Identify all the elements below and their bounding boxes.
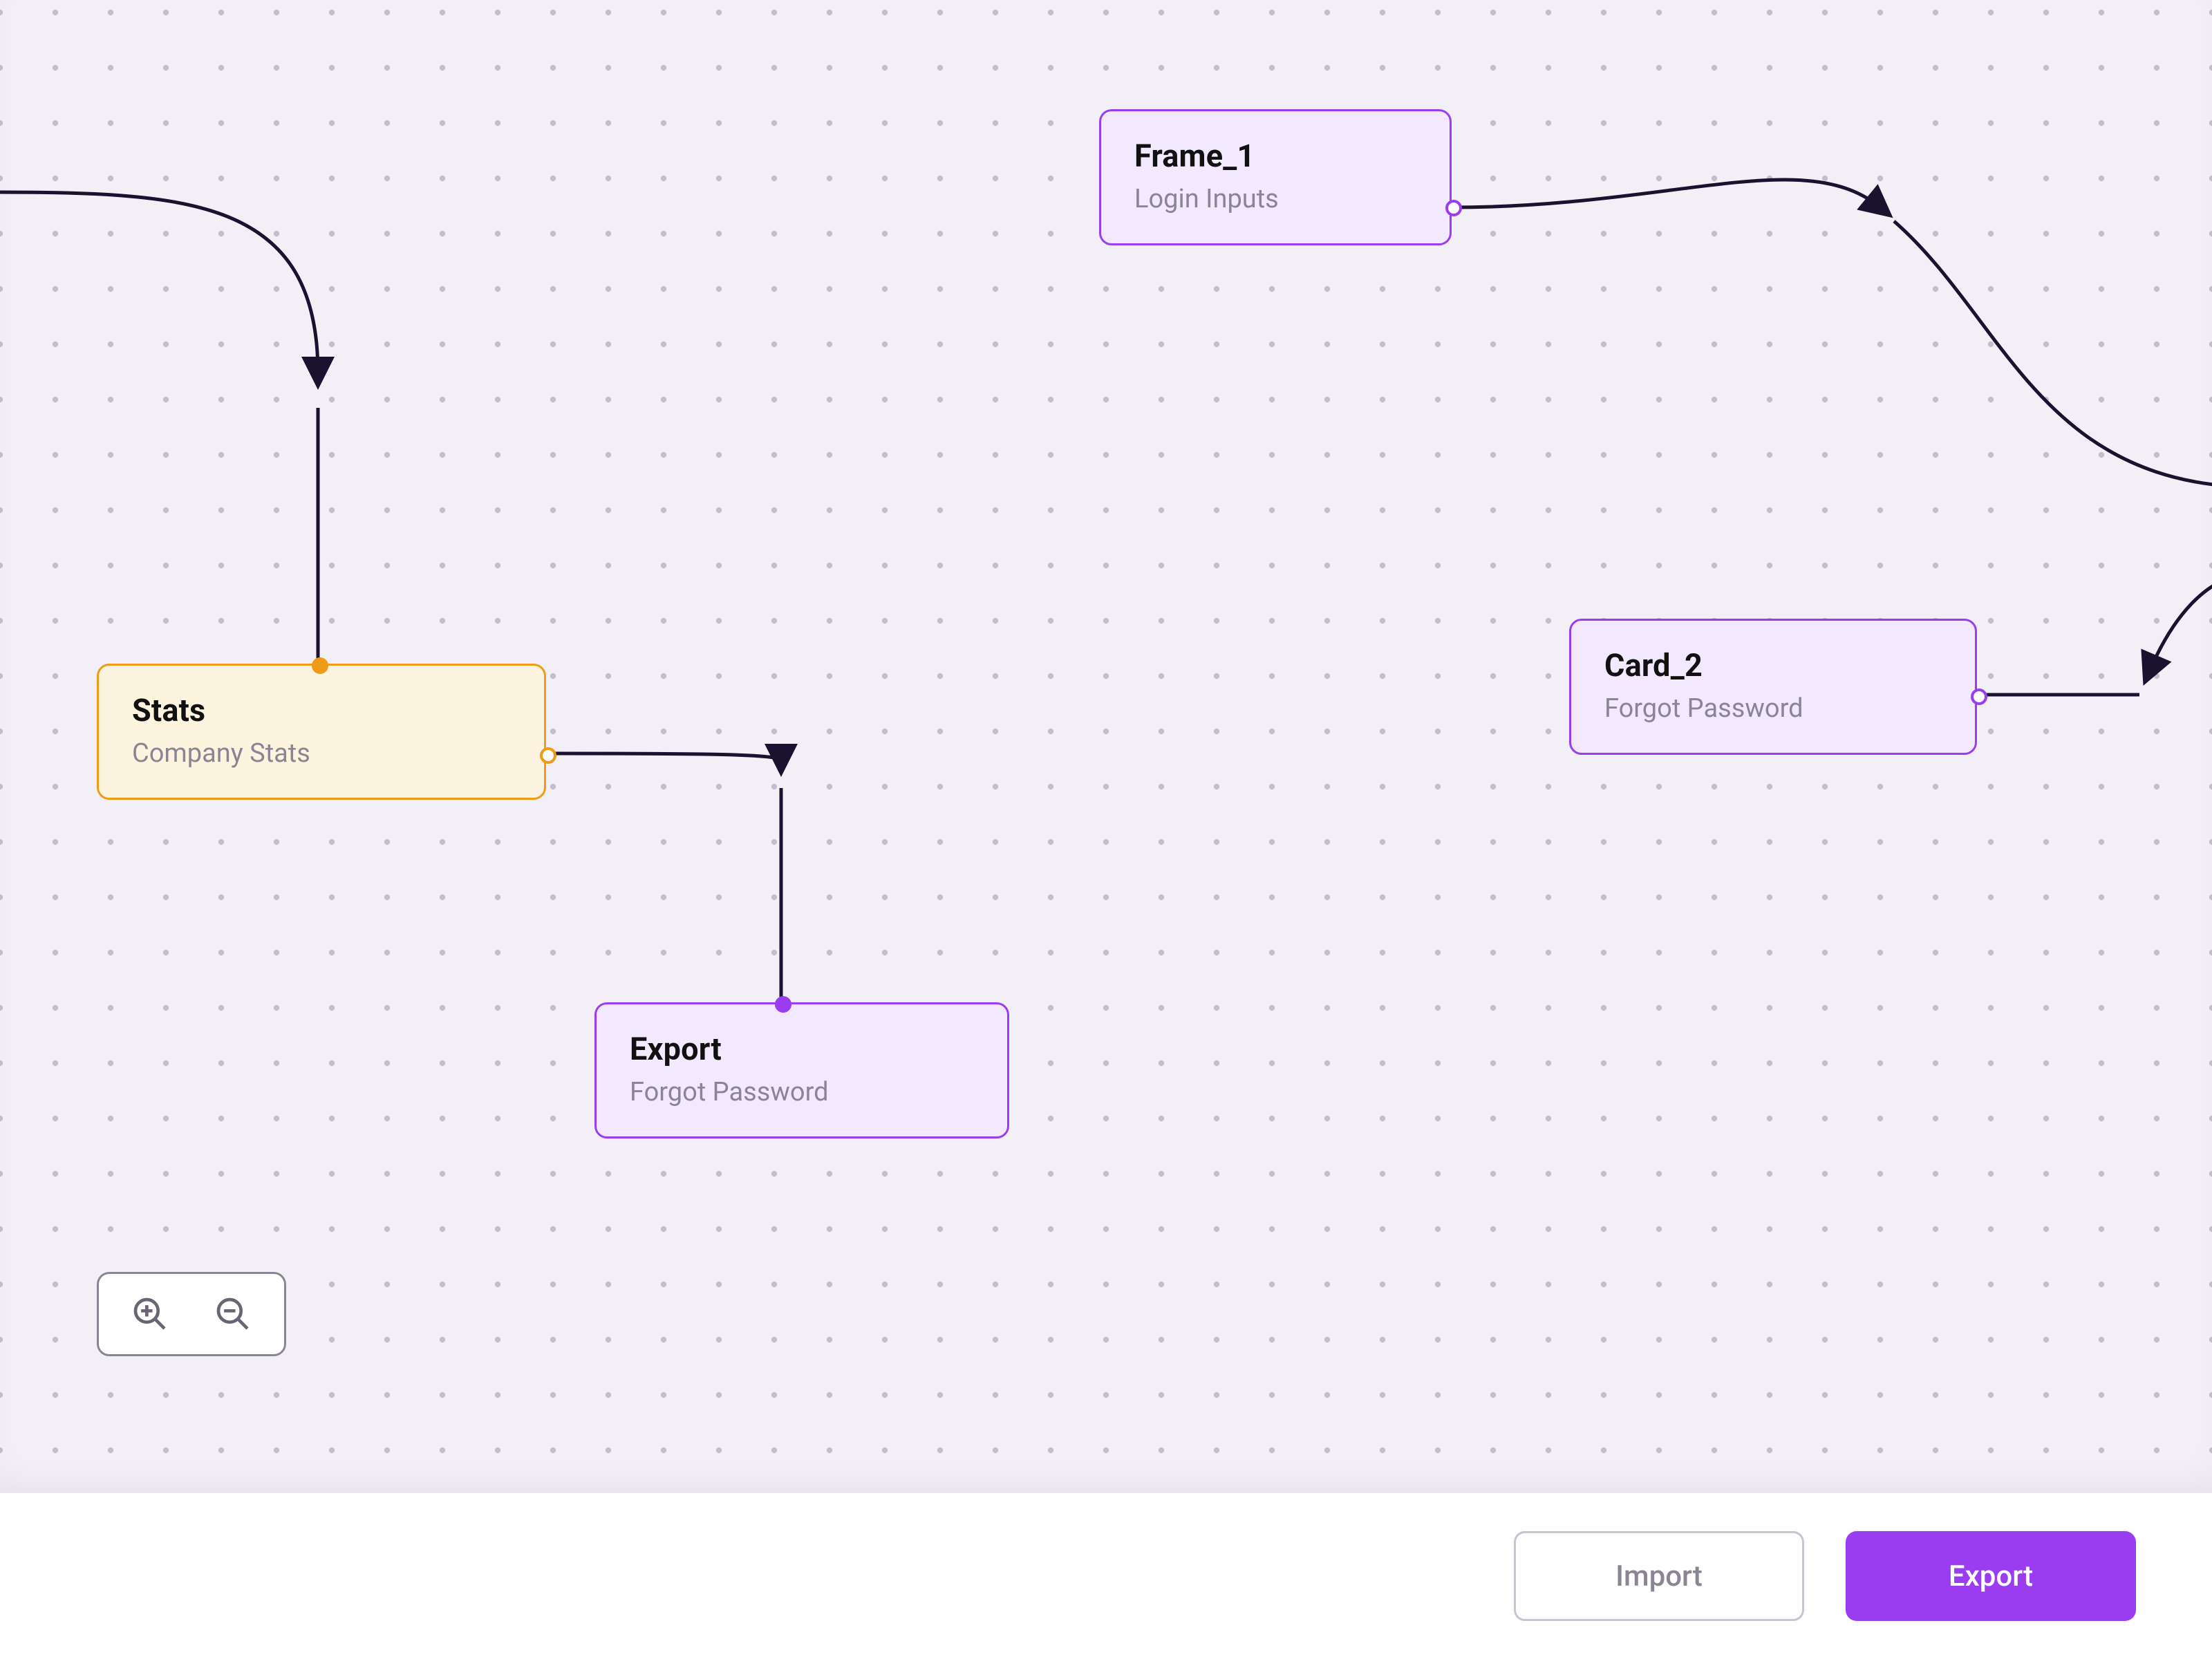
zoom-in-button[interactable]: [129, 1293, 171, 1335]
export-button[interactable]: Export: [1846, 1531, 2136, 1621]
node-frame1-subtitle: Login Inputs: [1134, 184, 1416, 214]
port-stats-in-top[interactable]: [312, 657, 328, 674]
zoom-in-icon: [131, 1295, 169, 1333]
diagram-canvas[interactable]: Stats Company Stats Export Forgot Passwo…: [0, 0, 2212, 1493]
node-card2[interactable]: Card_2 Forgot Password: [1569, 619, 1977, 755]
node-frame1[interactable]: Frame_1 Login Inputs: [1099, 109, 1452, 245]
port-export-in-top[interactable]: [775, 996, 791, 1013]
node-card2-subtitle: Forgot Password: [1604, 693, 1942, 724]
zoom-out-icon: [214, 1295, 252, 1333]
node-export[interactable]: Export Forgot Password: [594, 1002, 1009, 1138]
footer-bar: Import Export: [0, 1493, 2212, 1659]
zoom-toolbox: [97, 1272, 286, 1356]
port-card2-in-right[interactable]: [1971, 688, 1987, 705]
port-stats-out-right[interactable]: [540, 747, 556, 764]
node-stats-subtitle: Company Stats: [132, 738, 511, 769]
node-card2-title: Card_2: [1604, 647, 1942, 684]
zoom-out-button[interactable]: [212, 1293, 254, 1335]
node-export-subtitle: Forgot Password: [630, 1077, 974, 1107]
node-stats-title: Stats: [132, 692, 511, 729]
node-stats[interactable]: Stats Company Stats: [97, 664, 546, 800]
port-frame1-out-right[interactable]: [1445, 200, 1462, 216]
node-frame1-title: Frame_1: [1134, 138, 1416, 174]
import-button[interactable]: Import: [1514, 1531, 1804, 1621]
node-export-title: Export: [630, 1031, 974, 1067]
